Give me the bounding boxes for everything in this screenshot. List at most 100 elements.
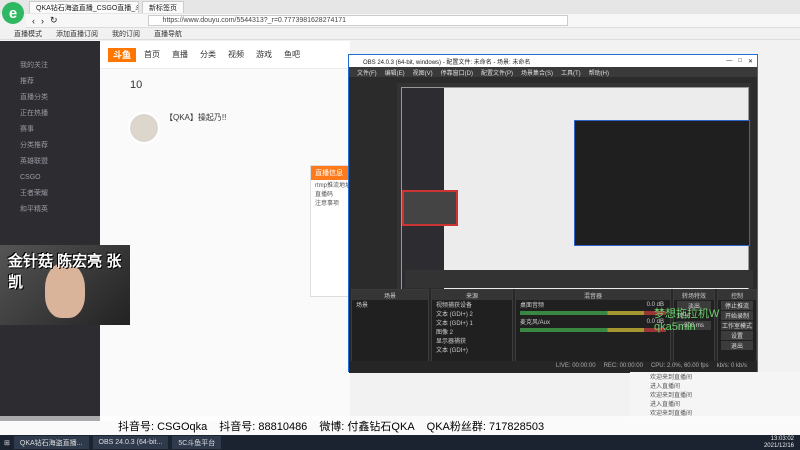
bookmark-item[interactable]: 我的订阅 — [112, 29, 140, 39]
avatar[interactable] — [128, 112, 160, 144]
chat-message: 进入直播间 — [650, 384, 681, 390]
menu-item[interactable]: 配置文件(P) — [481, 68, 513, 77]
sidebar-item[interactable]: 英雄联盟 — [0, 153, 100, 169]
maximize-icon[interactable]: □ — [738, 58, 742, 64]
source-item[interactable]: 显示器捕获 — [432, 336, 512, 345]
popup-title: 直播信息 — [311, 166, 351, 180]
sidebar-item[interactable]: 我的关注 — [0, 57, 100, 73]
dock-title: 来源 — [432, 290, 512, 300]
overlay-text: QKA粉丝群: 717828503 — [426, 421, 545, 433]
bookmarks-bar: 直播模式 添加直播订阅 我的订阅 直播导航 — [0, 28, 800, 40]
back-icon[interactable]: ‹ — [32, 16, 35, 26]
minimize-icon[interactable]: — — [726, 58, 732, 64]
browser-tab[interactable]: QKA钻石海盗直播_CSGO直播_斗... — [29, 1, 139, 13]
taskbar-app[interactable]: 5C斗鱼平台 — [172, 436, 222, 449]
sidebar-item[interactable]: CSGO — [0, 169, 100, 185]
browser-tab-bar: QKA钻石海盗直播_CSGO直播_斗... 新标签页 — [0, 0, 800, 14]
cpu-fps: CPU: 2.0%, 60.00 fps — [650, 363, 709, 369]
browser-tab[interactable]: 新标签页 — [142, 1, 184, 13]
dock-title: 场景 — [352, 290, 428, 300]
bookmark-item[interactable]: 直播模式 — [14, 29, 42, 39]
source-item[interactable]: 文本 (GDI+) 1 — [432, 318, 512, 327]
nav-item[interactable]: 分类 — [200, 49, 216, 60]
nav-item[interactable]: 首页 — [144, 49, 160, 60]
mixer-track-label: 麦克风/Aux 0.0 dB — [520, 318, 664, 327]
obs-menubar: 文件(F) 编辑(E) 视图(V) 停靠窗口(D) 配置文件(P) 场景集合(S… — [349, 67, 757, 77]
site-header: 斗鱼 首页 直播 分类 视频 游戏 鱼吧 — [100, 41, 350, 69]
room-title: 【QKA】操起乃!! — [165, 113, 227, 122]
chat-message: 欢迎来到直播间 — [650, 393, 693, 399]
mixer-track-label: 桌面音频 0.0 dB — [520, 301, 664, 310]
scene-item[interactable]: 场景 — [352, 300, 428, 309]
menu-item[interactable]: 场景集合(S) — [521, 68, 553, 77]
close-icon[interactable]: ✕ — [748, 58, 753, 65]
sidebar-item[interactable]: 赛事 — [0, 121, 100, 137]
nav-item[interactable]: 鱼吧 — [284, 49, 300, 60]
sidebar-item[interactable]: 王者荣耀 — [0, 185, 100, 201]
menu-item[interactable]: 视图(V) — [413, 68, 433, 77]
chat-message: 进入直播间 — [650, 402, 681, 408]
clock-time: 13:03:02 — [770, 435, 794, 442]
windows-start-icon[interactable]: ⊞ — [4, 439, 10, 447]
sources-dock: 来源 视频捕获设备 文本 (GDI+) 2 文本 (GDI+) 1 图像 2 显… — [431, 289, 513, 363]
obs-title: OBS 24.0.3 (64-bit, windows) - 配置文件: 未命名… — [363, 59, 531, 66]
url-input[interactable]: https://www.douyu.com/5544313?_r=0.77739… — [147, 15, 568, 26]
exit-button[interactable]: 退出 — [721, 341, 753, 350]
audio-meter — [520, 311, 666, 315]
overlay-text: 微博: 付鑫钻石QKA — [319, 421, 415, 433]
dock-title: 混音器 — [516, 290, 670, 300]
bitrate: kb/s: 0 kb/s — [716, 363, 747, 369]
overlay-text: 抖音号: CSGOqka — [118, 421, 208, 433]
nav-item[interactable]: 视频 — [228, 49, 244, 60]
nested-capture-2 — [574, 120, 750, 246]
mixer-dock: 混音器 桌面音频 0.0 dB 麦克风/Aux 0.0 dB — [515, 289, 671, 363]
chat-message: 欢迎来到直播间 — [650, 375, 693, 381]
taskbar-app[interactable]: QKA钻石海盗直播... — [13, 436, 89, 449]
obs-titlebar: OBS 24.0.3 (64-bit, windows) - 配置文件: 未命名… — [349, 55, 757, 67]
douyu-logo[interactable]: 斗鱼 — [108, 47, 136, 62]
popup-line: rtmp推流地址 — [315, 183, 352, 189]
menu-item[interactable]: 工具(T) — [561, 68, 581, 77]
forward-icon[interactable]: › — [41, 16, 44, 26]
menu-item[interactable]: 编辑(E) — [385, 68, 405, 77]
sidebar-item[interactable]: 直播分类 — [0, 89, 100, 105]
sidebar-item[interactable]: 推荐 — [0, 73, 100, 89]
bookmark-item[interactable]: 直播导航 — [154, 29, 182, 39]
menu-item[interactable]: 停靠窗口(D) — [441, 68, 473, 77]
sidebar-item[interactable]: 正在热播 — [0, 105, 100, 121]
sidebar-item[interactable]: 分类推荐 — [0, 137, 100, 153]
webcam-overlay: 金针菇 陈宏亮 张凯 — [0, 245, 130, 325]
address-bar-row: ‹ › ↻ https://www.douyu.com/5544313?_r=0… — [26, 14, 800, 28]
nested-webcam — [402, 190, 458, 226]
menu-item[interactable]: 文件(F) — [357, 68, 377, 77]
dock-title: 转场特效 — [674, 290, 714, 300]
refresh-icon[interactable]: ↻ — [50, 15, 58, 26]
clock-date: 2021/12/16 — [763, 442, 794, 449]
nav-item[interactable]: 游戏 — [256, 49, 272, 60]
source-item[interactable]: 视频捕获设备 — [432, 300, 512, 309]
social-overlay: 抖音号: CSGOqka 抖音号: 88810486 微博: 付鑫钻石QKA Q… — [0, 416, 800, 436]
audio-meter — [520, 328, 666, 332]
site-sidebar: 我的关注 推荐 直播分类 正在热播 赛事 分类推荐 英雄联盟 CSGO 王者荣耀… — [0, 41, 100, 421]
sidebar-item[interactable]: 和平精英 — [0, 201, 100, 217]
scenes-dock: 场景 场景 — [351, 289, 429, 363]
popup-line: 直播码 — [315, 192, 334, 198]
dock-title: 控制 — [718, 290, 756, 300]
obs-window: OBS 24.0.3 (64-bit, windows) - 配置文件: 未命名… — [348, 54, 758, 373]
obs-watermark: 梦想拖拉机W qka5min — [654, 308, 720, 333]
system-clock[interactable]: 13:03:02 2021/12/16 — [764, 436, 794, 450]
taskbar-app[interactable]: OBS 24.0.3 (64-bit... — [92, 436, 169, 449]
source-item[interactable]: 文本 (GDI+) — [432, 345, 512, 354]
bookmark-item[interactable]: 添加直播订阅 — [56, 29, 98, 39]
nav-item[interactable]: 直播 — [172, 49, 188, 60]
popup-line: 注意事项 — [315, 201, 340, 207]
obs-statusbar: LIVE: 00:00:00 REC: 00:00:00 CPU: 2.0%, … — [349, 361, 757, 371]
source-item[interactable]: 文本 (GDI+) 2 — [432, 309, 512, 318]
live-time: LIVE: 00:00:00 — [555, 363, 596, 369]
menu-item[interactable]: 帮助(H) — [589, 68, 609, 77]
rec-time: REC: 00:00:00 — [603, 363, 643, 369]
source-item[interactable]: 图像 2 — [432, 327, 512, 336]
nested-overlay-strip — [405, 270, 753, 288]
stream-info-popup: 直播信息 rtmp推流地址 直播码 注意事项 — [310, 165, 352, 297]
browser-logo[interactable]: e — [2, 2, 24, 24]
